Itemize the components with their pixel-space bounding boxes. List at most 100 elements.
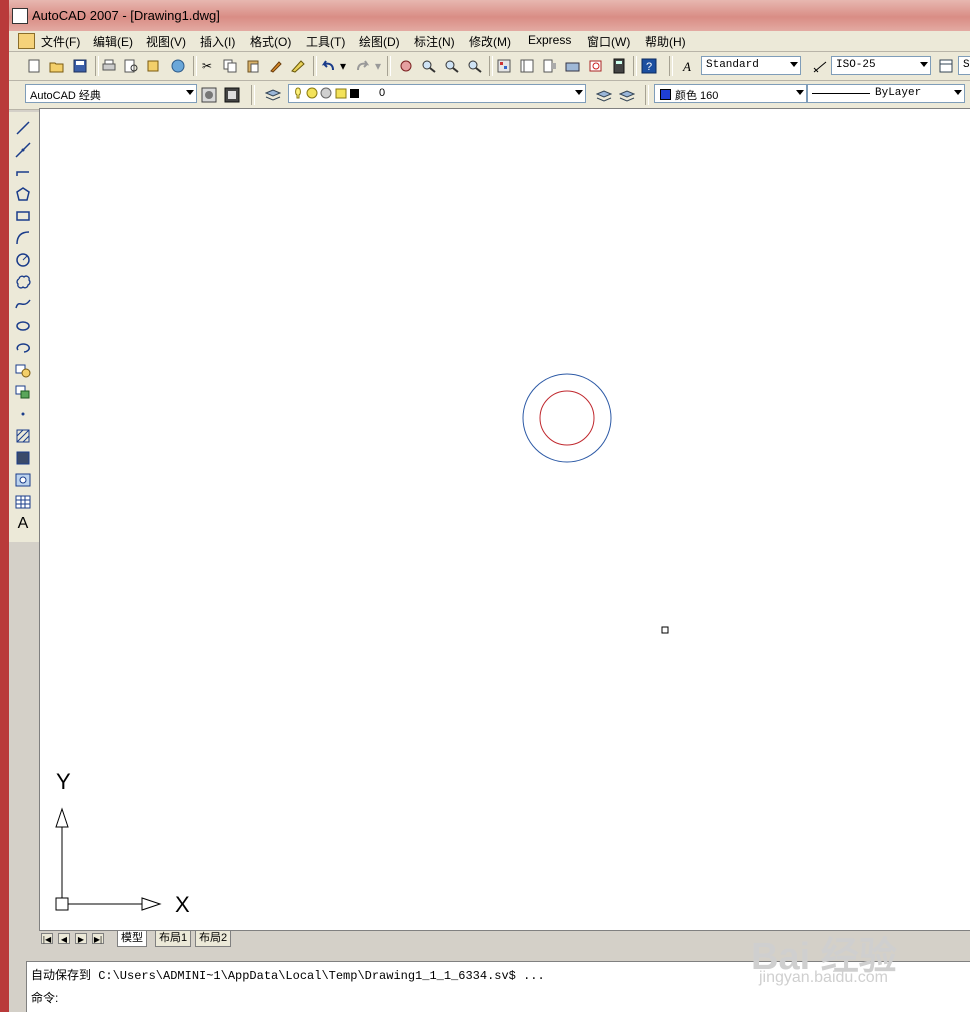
- pan-realtime-icon[interactable]: [397, 57, 415, 75]
- open-file-icon[interactable]: [48, 57, 66, 75]
- properties-icon[interactable]: [495, 57, 513, 75]
- menu-tools[interactable]: 工具(T): [305, 33, 346, 50]
- workspace-settings-icon[interactable]: [200, 86, 218, 104]
- gradient-icon[interactable]: [13, 449, 33, 467]
- table-style-select[interactable]: S: [958, 56, 970, 75]
- watermark-url: jingyan.baidu.com: [759, 969, 888, 986]
- table-icon[interactable]: [13, 493, 33, 511]
- copy-icon[interactable]: [221, 57, 239, 75]
- help-icon[interactable]: ?: [640, 57, 658, 75]
- insert-block-icon[interactable]: [13, 361, 33, 379]
- sheet-set-icon[interactable]: [564, 57, 582, 75]
- tool-palettes-icon[interactable]: [541, 57, 559, 75]
- linetype-preview: [812, 93, 870, 94]
- autocad-app-icon[interactable]: [12, 8, 28, 24]
- tab-layout1[interactable]: 布局1: [155, 931, 192, 947]
- command-history-line: 自动保存到 C:\Users\ADMINI~1\AppData\Local\Te…: [31, 969, 545, 983]
- first-tab-button[interactable]: |◀: [41, 933, 53, 944]
- design-center-icon[interactable]: [518, 57, 536, 75]
- linetype-label: ByLayer: [875, 87, 922, 99]
- drawing-canvas[interactable]: Y X: [39, 108, 970, 931]
- color-label: 颜色 160: [675, 90, 719, 102]
- layer-manager-icon[interactable]: [264, 86, 282, 104]
- color-select[interactable]: 颜色 160: [654, 84, 807, 103]
- circle-icon[interactable]: [13, 251, 33, 269]
- tab-layout2[interactable]: 布局2: [195, 931, 232, 947]
- print-icon[interactable]: [100, 57, 118, 75]
- table-style-icon[interactable]: [937, 57, 955, 75]
- menu-dimension[interactable]: 标注(N): [413, 33, 456, 50]
- autocad-window: AutoCAD 2007 - [Drawing1.dwg] 文件(F) 编辑(E…: [9, 0, 970, 1012]
- inner-circle[interactable]: [539, 390, 595, 446]
- make-current-layer-icon[interactable]: [595, 86, 613, 104]
- publish-icon[interactable]: [145, 57, 163, 75]
- zoom-previous-icon[interactable]: [466, 57, 484, 75]
- menu-format[interactable]: 格式(O): [249, 33, 292, 50]
- multiline-text-icon[interactable]: A: [13, 515, 33, 533]
- arc-icon[interactable]: [13, 229, 33, 247]
- ellipse-icon[interactable]: [13, 317, 33, 335]
- command-prompt[interactable]: 命令:: [31, 989, 58, 1006]
- layer-select[interactable]: 0: [288, 84, 586, 103]
- title-bar[interactable]: AutoCAD 2007 - [Drawing1.dwg]: [9, 0, 970, 31]
- standard-toolbar: ✂ ▾ ▾ ? A Standard ISO-25 S: [9, 52, 970, 81]
- document-icon[interactable]: [18, 33, 35, 49]
- calculator-icon[interactable]: [610, 57, 628, 75]
- point-icon[interactable]: [13, 405, 33, 423]
- new-file-icon[interactable]: [25, 57, 43, 75]
- undo-icon[interactable]: [319, 57, 337, 75]
- properties-toolbar: AutoCAD 经典 0 颜色 160 ByLayer: [9, 81, 970, 110]
- redo-icon[interactable]: [354, 57, 372, 75]
- menu-edit[interactable]: 编辑(E): [92, 33, 134, 50]
- linetype-select[interactable]: ByLayer: [807, 84, 965, 103]
- cut-icon[interactable]: ✂: [198, 57, 216, 75]
- last-tab-button[interactable]: ▶|: [92, 933, 104, 944]
- menu-express[interactable]: Express: [527, 33, 572, 47]
- menu-draw[interactable]: 绘图(D): [358, 33, 401, 50]
- revision-cloud-icon[interactable]: [13, 273, 33, 291]
- svg-text:?: ?: [646, 61, 652, 73]
- hatch-icon[interactable]: [13, 427, 33, 445]
- block-editor-icon[interactable]: [289, 57, 307, 75]
- redo-dropdown-icon[interactable]: ▾: [374, 57, 382, 75]
- menu-bar: 文件(F) 编辑(E) 视图(V) 插入(I) 格式(O) 工具(T) 绘图(D…: [9, 31, 970, 52]
- polyline-icon[interactable]: [13, 163, 33, 181]
- print-preview-icon[interactable]: [122, 57, 140, 75]
- construction-line-icon[interactable]: [13, 141, 33, 159]
- undo-dropdown-icon[interactable]: ▾: [339, 57, 347, 75]
- zoom-window-icon[interactable]: [443, 57, 461, 75]
- globe-icon[interactable]: [169, 57, 187, 75]
- workspace-select[interactable]: AutoCAD 经典: [25, 84, 197, 103]
- layer-name: 0: [379, 87, 386, 99]
- make-block-icon[interactable]: [13, 383, 33, 401]
- previous-tab-button[interactable]: ◀: [58, 933, 70, 944]
- match-properties-icon[interactable]: [267, 57, 285, 75]
- spline-icon[interactable]: [13, 295, 33, 313]
- dim-style-icon[interactable]: [811, 57, 829, 75]
- outer-circle[interactable]: [522, 373, 612, 463]
- save-icon[interactable]: [71, 57, 89, 75]
- tab-model[interactable]: 模型: [117, 931, 147, 947]
- text-style-select[interactable]: Standard: [701, 56, 801, 75]
- ucs-x-label: X: [175, 892, 190, 917]
- next-tab-button[interactable]: ▶: [75, 933, 87, 944]
- zoom-realtime-icon[interactable]: [420, 57, 438, 75]
- menu-modify[interactable]: 修改(M): [468, 33, 512, 50]
- text-style-icon[interactable]: A: [679, 57, 697, 75]
- paste-icon[interactable]: [244, 57, 262, 75]
- rectangle-icon[interactable]: [13, 207, 33, 225]
- color-swatch: [660, 89, 671, 100]
- save-workspace-icon[interactable]: [223, 86, 241, 104]
- menu-insert[interactable]: 插入(I): [199, 33, 236, 50]
- ellipse-arc-icon[interactable]: [13, 339, 33, 357]
- menu-window[interactable]: 窗口(W): [586, 33, 631, 50]
- dim-style-select[interactable]: ISO-25: [831, 56, 931, 75]
- menu-file[interactable]: 文件(F): [40, 33, 81, 50]
- region-icon[interactable]: [13, 471, 33, 489]
- line-icon[interactable]: [13, 119, 33, 137]
- polygon-icon[interactable]: [13, 185, 33, 203]
- markup-icon[interactable]: [587, 57, 605, 75]
- menu-view[interactable]: 视图(V): [145, 33, 187, 50]
- layer-previous-icon[interactable]: [618, 86, 636, 104]
- menu-help[interactable]: 帮助(H): [644, 33, 687, 50]
